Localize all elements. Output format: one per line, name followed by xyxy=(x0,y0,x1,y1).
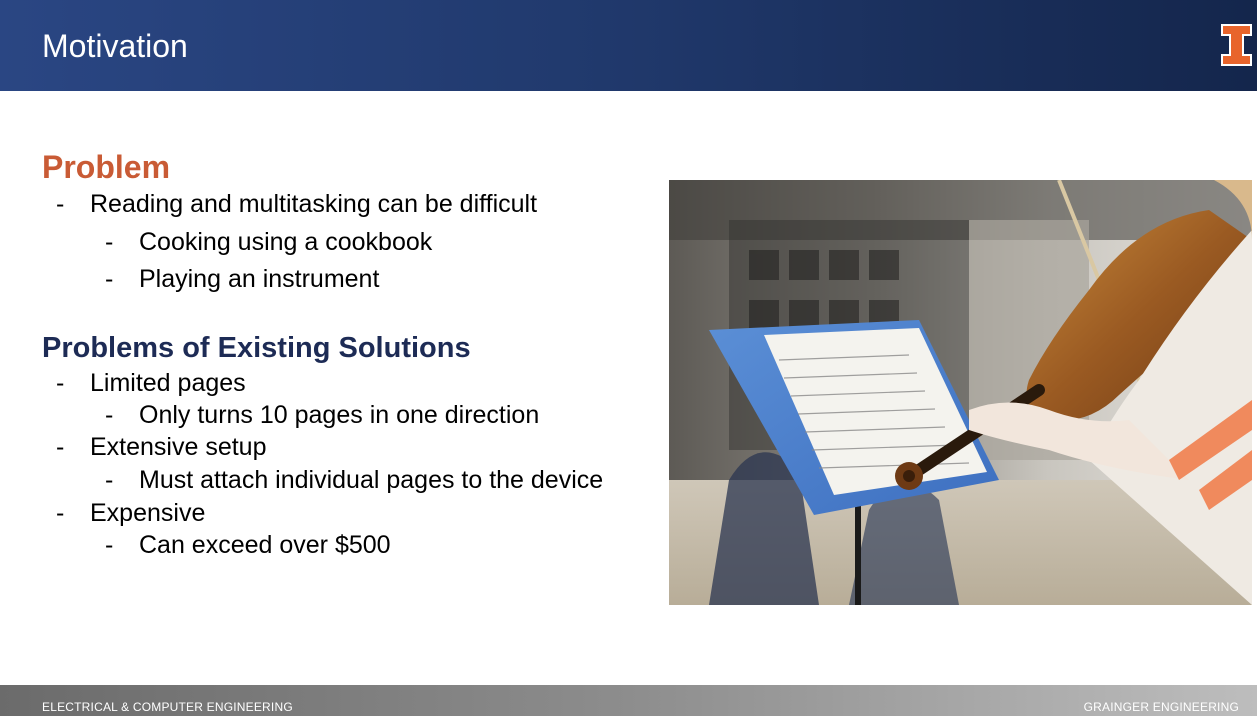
bullet-text: Playing an instrument xyxy=(139,265,380,293)
existing-solutions-heading: Problems of Existing Solutions xyxy=(42,332,471,364)
slide-title: Motivation xyxy=(42,28,188,64)
bullet-text: Limited pages xyxy=(90,369,246,397)
footer-right-text: GRAINGER ENGINEERING xyxy=(1083,700,1239,714)
bullet-dash: - xyxy=(105,265,114,293)
bullet-text: Extensive setup xyxy=(90,433,267,461)
header-bar: Motivation xyxy=(0,0,1257,91)
footer-bar: ELECTRICAL & COMPUTER ENGINEERING GRAING… xyxy=(0,685,1257,716)
bullet-dash: - xyxy=(56,433,65,461)
bullet-text: Cooking using a cookbook xyxy=(139,228,433,256)
violin-photo xyxy=(669,180,1252,605)
bullet-dash: - xyxy=(105,401,114,429)
bullet-text: Only turns 10 pages in one direction xyxy=(139,401,540,429)
illinois-block-i-icon xyxy=(1221,24,1252,66)
problem-heading: Problem xyxy=(42,149,171,185)
bullet-text: Reading and multitasking can be difficul… xyxy=(90,190,538,218)
bullet-text: Can exceed over $500 xyxy=(139,531,391,559)
footer-left-text: ELECTRICAL & COMPUTER ENGINEERING xyxy=(42,700,293,714)
bullet-dash: - xyxy=(105,466,114,494)
bullet-text: Must attach individual pages to the devi… xyxy=(139,466,604,494)
bullet-dash: - xyxy=(56,190,65,218)
bullet-dash: - xyxy=(56,499,65,527)
violin-photo-illustration xyxy=(669,180,1252,605)
bullet-dash: - xyxy=(105,531,114,559)
bullet-dash: - xyxy=(56,369,65,397)
bullet-text: Expensive xyxy=(90,499,206,527)
bullet-dash: - xyxy=(105,228,114,256)
